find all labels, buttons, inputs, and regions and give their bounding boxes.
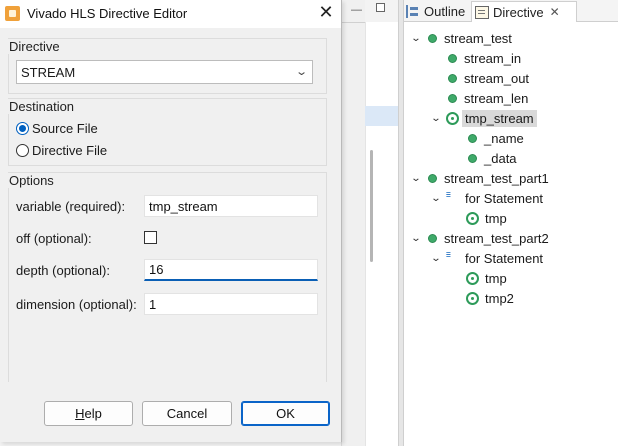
cancel-button[interactable]: Cancel — [142, 401, 232, 426]
variable-input[interactable]: tmp_stream — [144, 195, 318, 217]
tree-item[interactable]: ⌄_name — [404, 128, 524, 148]
help-label-rest: elp — [84, 406, 102, 421]
editor-scrollbar[interactable] — [370, 150, 373, 262]
variable-icon — [468, 153, 477, 163]
chevron-down-icon[interactable]: ⌄ — [408, 233, 424, 244]
directive-group-label: Directive — [8, 39, 61, 54]
dialog-titlebar: Vivado HLS Directive Editor ✕ — [0, 0, 341, 28]
tab-directive-label: Directive — [493, 4, 544, 20]
variable-label: variable (required): — [16, 199, 126, 214]
tree-item-label: stream_len — [464, 90, 529, 106]
directive-view: Outline Directive ✕ ⌄stream_test⌄stream_… — [404, 0, 618, 446]
chevron-down-icon[interactable]: ⌄ — [428, 193, 444, 204]
directive-editor-dialog: Vivado HLS Directive Editor ✕ Directive … — [0, 0, 342, 442]
tree-item-label: stream_test — [444, 30, 512, 46]
tree-item-label: stream_out — [464, 70, 530, 86]
class-icon — [466, 211, 479, 225]
tree-item[interactable]: ⌄stream_len — [404, 88, 528, 108]
tree-item-label: for Statement — [465, 250, 544, 266]
tree-item-label: stream_test_part1 — [444, 170, 549, 186]
tree-item-label: _name — [484, 130, 524, 146]
close-button[interactable]: ✕ — [314, 2, 338, 24]
function-icon — [428, 233, 437, 243]
class-icon — [466, 291, 479, 305]
outline-icon — [406, 5, 420, 18]
for-loop-icon: ≡ — [446, 190, 451, 199]
help-mnemonic: H — [75, 406, 85, 421]
directive-icon — [475, 5, 489, 19]
tree-item-label: for Statement — [465, 190, 544, 206]
variable-icon — [448, 73, 457, 83]
tree-item[interactable]: ⌄stream_in — [404, 48, 521, 68]
for-loop-icon: ≡ — [446, 250, 451, 259]
radio-source-file[interactable]: Source File — [16, 121, 98, 136]
tree-item[interactable]: ⌄ tmp_stream — [404, 108, 537, 128]
depth-label: depth (optional): — [16, 263, 110, 278]
chevron-down-icon[interactable]: ⌄ — [428, 113, 444, 124]
function-icon — [428, 173, 437, 183]
tree-item-label: tmp — [485, 270, 507, 286]
minimize-icon[interactable]: — — [351, 4, 362, 16]
tree-item-label: stream_test_part2 — [444, 230, 549, 246]
editor-selected-line — [365, 106, 398, 126]
class-icon — [466, 271, 479, 285]
tree-item[interactable]: ⌄ stream_test_part2 — [404, 228, 549, 248]
dimension-label: dimension (optional): — [16, 297, 137, 312]
radio-unselected-icon[interactable] — [16, 144, 29, 157]
function-icon — [428, 33, 437, 43]
tree-item[interactable]: ⌄ ≡ for Statement — [404, 188, 544, 208]
directive-select[interactable]: STREAM ⌄ — [16, 60, 313, 84]
editor-gutter — [341, 0, 365, 446]
tree-item[interactable]: ⌄_data — [404, 148, 517, 168]
chevron-down-icon: ⌄ — [294, 66, 308, 78]
radio-directive-file[interactable]: Directive File — [16, 143, 107, 158]
ok-button[interactable]: OK — [241, 401, 330, 426]
close-tab-icon[interactable]: ✕ — [550, 5, 560, 19]
variable-icon — [448, 53, 457, 63]
tab-outline-label: Outline — [424, 4, 466, 19]
depth-input[interactable]: 16 — [144, 259, 318, 281]
tree-item[interactable]: ⌄ stream_test — [404, 28, 512, 48]
tree-item-label: _data — [484, 150, 517, 166]
tab-outline[interactable]: Outline — [404, 1, 470, 22]
tree-item[interactable]: ⌄tmp2 — [404, 288, 514, 308]
directive-select-value: STREAM — [21, 64, 76, 80]
chevron-down-icon[interactable]: ⌄ — [408, 33, 424, 44]
tree-item-label: stream_in — [464, 50, 522, 66]
dialog-title: Vivado HLS Directive Editor — [27, 6, 188, 21]
options-group-label: Options — [8, 173, 55, 188]
tree-item[interactable]: ⌄ stream_test_part1 — [404, 168, 549, 188]
view-tab-bar: Outline Directive ✕ — [404, 0, 618, 22]
variable-icon — [468, 133, 477, 143]
tree-item-label: tmp_stream — [462, 109, 537, 127]
off-checkbox[interactable] — [144, 231, 157, 244]
tree-item[interactable]: ⌄stream_out — [404, 68, 529, 88]
radio-directive-file-label: Directive File — [32, 143, 108, 158]
chevron-down-icon[interactable]: ⌄ — [428, 253, 444, 264]
tree-item[interactable]: ⌄tmp — [404, 208, 507, 228]
help-button[interactable]: Help — [44, 401, 133, 426]
vivado-app-icon — [5, 6, 20, 21]
off-label: off (optional): — [16, 231, 92, 246]
tree-item-label: tmp — [485, 210, 507, 226]
tree-item[interactable]: ⌄tmp — [404, 268, 507, 288]
chevron-down-icon[interactable]: ⌄ — [408, 173, 424, 184]
tab-directive[interactable]: Directive ✕ — [471, 1, 577, 22]
class-icon — [446, 111, 459, 125]
radio-source-file-label: Source File — [32, 121, 98, 136]
tree-item[interactable]: ⌄ ≡ for Statement — [404, 248, 544, 268]
destination-group-label: Destination — [8, 99, 76, 114]
variable-icon — [448, 93, 457, 103]
maximize-icon[interactable] — [376, 3, 385, 12]
radio-selected-icon[interactable] — [16, 122, 29, 135]
tree-item-label: tmp2 — [485, 290, 514, 306]
dimension-input[interactable]: 1 — [144, 293, 318, 315]
